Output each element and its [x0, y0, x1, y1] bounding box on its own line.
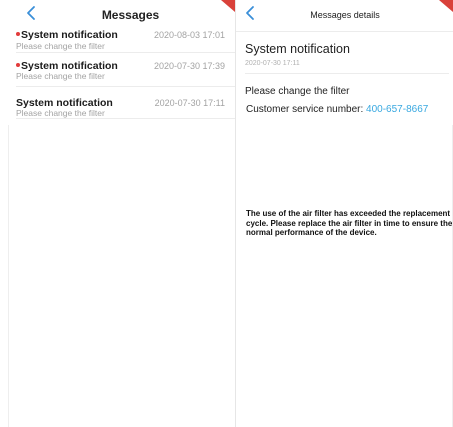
message-time: 2020-07-30 17:11 — [154, 98, 225, 108]
message-title: System notification — [16, 29, 118, 41]
message-row[interactable]: System notification Please change the fi… — [16, 87, 235, 119]
messages-header: Messages — [0, 0, 235, 27]
message-title-text: System notification — [21, 29, 118, 41]
messages-screen: Messages System notification Please chan… — [0, 0, 235, 427]
message-time: 2020-08-03 17:01 — [153, 30, 225, 40]
message-body: The use of the air filter has exceeded t… — [246, 209, 453, 237]
details-header: Messages details — [236, 0, 453, 32]
message-row[interactable]: System notification Please change the fi… — [16, 53, 235, 87]
message-summary: Please change the filter — [245, 86, 350, 97]
customer-service-line: Customer service number: 400-657-8667 — [246, 104, 428, 115]
message-preview: Please change the filter — [16, 108, 105, 118]
page-title: Messages details — [310, 10, 380, 20]
unread-indicator — [16, 63, 20, 67]
unread-indicator — [16, 32, 20, 36]
customer-service-number-link[interactable]: 400-657-8667 — [366, 104, 428, 115]
message-list: System notification Please change the fi… — [16, 27, 235, 119]
page-title: Messages — [101, 8, 160, 22]
message-date: 2020-07-30 17:11 — [245, 60, 300, 67]
message-details-screen: Messages details System notification 202… — [235, 0, 453, 427]
customer-service-label: Customer service number: — [246, 104, 367, 115]
message-row[interactable]: System notification Please change the fi… — [16, 27, 235, 53]
message-preview: Please change the filter — [16, 41, 105, 51]
frame-edge — [8, 125, 9, 427]
message-preview: Please change the filter — [16, 71, 105, 81]
divider — [245, 73, 449, 74]
message-time: 2020-07-30 17:39 — [153, 61, 225, 71]
message-heading: System notification — [245, 42, 350, 56]
